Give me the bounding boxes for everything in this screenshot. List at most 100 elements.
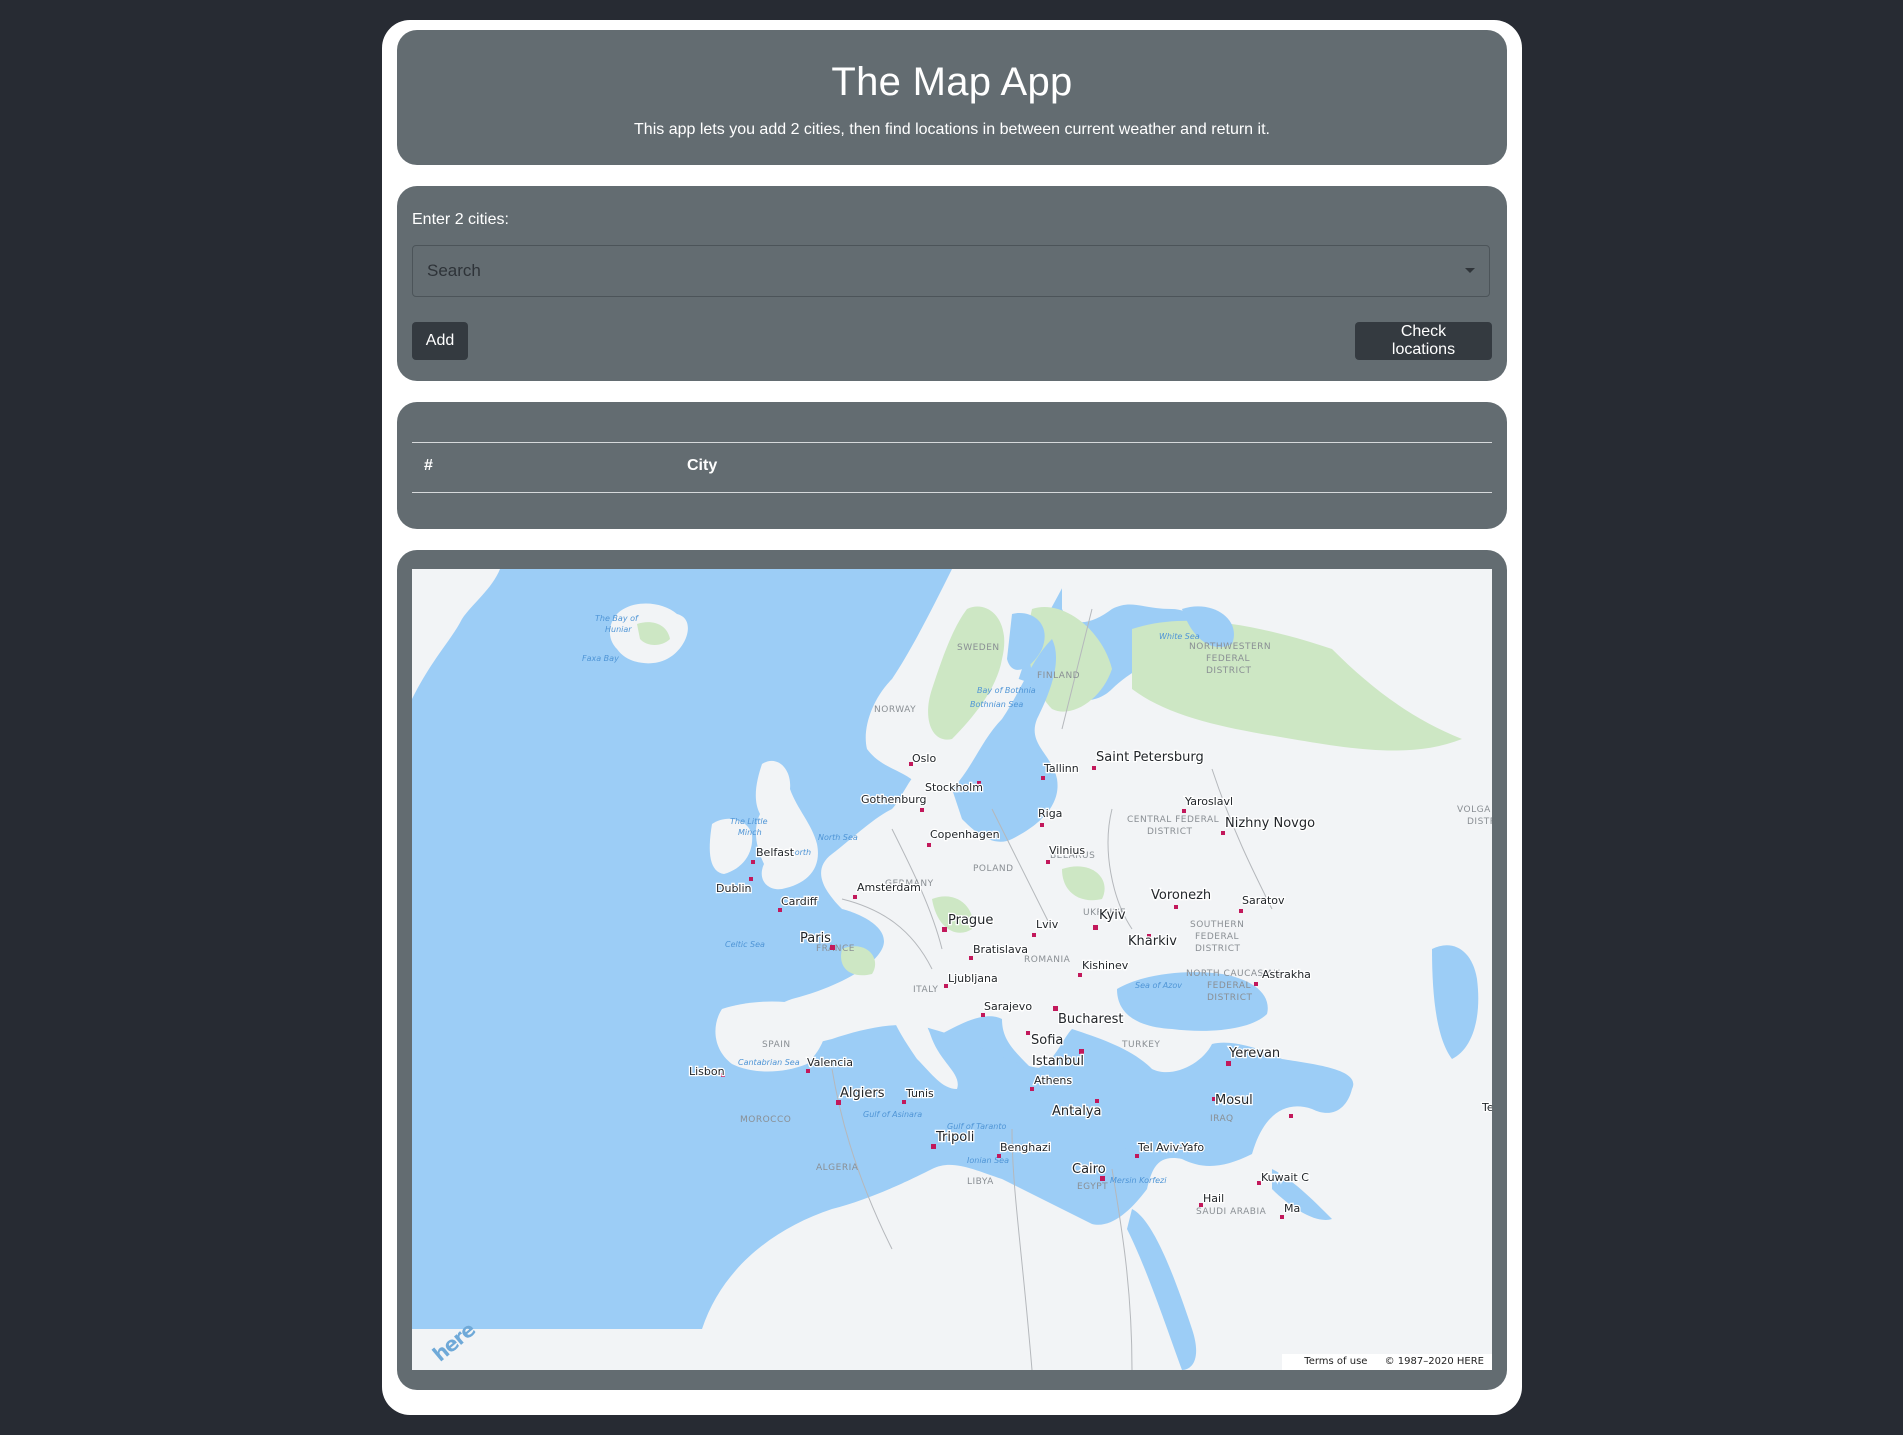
city-label: Saint Petersburg [1096, 750, 1204, 765]
sea-label: Sea of Azov [1135, 981, 1182, 990]
map-canvas[interactable]: SWEDEN FINLAND NORWAY NORTHWESTERN FEDER… [412, 569, 1492, 1370]
city-label: Valencia [807, 1056, 853, 1069]
city-label: Algiers [840, 1086, 885, 1101]
region-label: IRAQ [1210, 1114, 1234, 1124]
map-attribution: Terms of use © 1987–2020 HERE [1282, 1354, 1492, 1370]
header-card: The Map App This app lets you add 2 citi… [397, 30, 1507, 165]
sea-label: White Sea [1159, 632, 1200, 641]
sea-label: Cantabrian Sea [738, 1058, 800, 1067]
city-label: Riga [1038, 807, 1062, 820]
sea-label: Huniar [605, 625, 632, 634]
city-label: Voronezh [1151, 888, 1211, 903]
city-label: Tel Aviv-Yafo [1137, 1141, 1204, 1154]
city-label: Kishinev [1082, 959, 1129, 972]
sea-label: Mersin Korfezi [1110, 1176, 1167, 1185]
region-label: POLAND [973, 864, 1014, 874]
check-locations-button[interactable]: Check locations [1355, 322, 1492, 360]
city-label: Cairo [1072, 1162, 1106, 1177]
city-label: Ljubljana [948, 972, 998, 985]
copyright-text: © 1987–2020 HERE [1384, 1356, 1484, 1367]
region-label: ITALY [913, 985, 938, 995]
region-label: DISTRICT [1206, 666, 1251, 676]
city-label: Gothenburg [861, 793, 927, 806]
city-label: Sofia [1031, 1033, 1063, 1048]
map-view[interactable]: SWEDEN FINLAND NORWAY NORTHWESTERN FEDER… [412, 569, 1492, 1370]
app-container: The Map App This app lets you add 2 citi… [382, 20, 1522, 1415]
region-label: ALGERIA [816, 1163, 859, 1173]
region-label: MOROCCO [740, 1115, 791, 1125]
city-label: Yerevan [1228, 1046, 1280, 1061]
city-label: Saratov [1242, 894, 1285, 907]
city-label: Stockholm [925, 781, 983, 794]
chevron-down-icon[interactable] [1465, 268, 1475, 273]
city-label: Paris [800, 931, 831, 946]
city-label: Bucharest [1058, 1012, 1123, 1027]
region-label: FEDERAL [1207, 981, 1251, 991]
cities-table-card: # City [397, 402, 1507, 529]
region-label: ROMANIA [1024, 955, 1071, 965]
region-label: EGYPT [1077, 1182, 1108, 1192]
add-button[interactable]: Add [412, 322, 468, 360]
map-card: SWEDEN FINLAND NORWAY NORTHWESTERN FEDER… [397, 550, 1507, 1390]
cities-label: Enter 2 cities: [412, 211, 509, 228]
sea-label: Ionian Sea [967, 1156, 1009, 1165]
sea-label: Faxa Bay [582, 654, 619, 663]
column-header-city: City [687, 457, 718, 474]
city-label: Belfast [756, 846, 795, 859]
city-label: Tripoli [935, 1130, 974, 1145]
region-label: TURKEY [1121, 1040, 1160, 1050]
sea-label: Bay of Bothnia [977, 686, 1036, 695]
city-label: Te [1481, 1101, 1492, 1114]
region-label: DISTRICT [1147, 827, 1192, 837]
sea-label: Bothnian Sea [970, 700, 1023, 709]
region-label: DISTRICT [1207, 993, 1252, 1003]
region-label: FEDERAL [1206, 654, 1250, 664]
city-label: Kuwait C [1261, 1171, 1309, 1184]
city-label: Sarajevo [984, 1000, 1032, 1013]
city-label: Istanbul [1032, 1054, 1084, 1069]
city-label: Kharkiv [1128, 934, 1177, 949]
region-label: FEDERAL [1195, 932, 1239, 942]
table-header-border [412, 492, 1492, 493]
city-label: Benghazi [1000, 1141, 1051, 1154]
city-label: Hail [1203, 1192, 1224, 1205]
region-label: SAUDI ARABIA [1196, 1207, 1267, 1217]
region-label: SPAIN [762, 1040, 791, 1050]
city-label: Kyiv [1099, 908, 1126, 923]
page-title: The Map App [831, 60, 1073, 104]
city-label: Prague [948, 913, 993, 928]
column-header-index: # [424, 457, 433, 474]
city-label: Yaroslavl [1184, 795, 1233, 808]
region-label: LIBYA [967, 1177, 994, 1187]
region-label: SOUTHERN [1190, 920, 1244, 930]
city-label: Lviv [1036, 918, 1059, 931]
city-form-card: Enter 2 cities: Add Check locations [397, 186, 1507, 381]
region-label: SWEDEN [957, 643, 1000, 653]
sea-label: The Little [730, 817, 768, 826]
search-input[interactable] [413, 246, 1453, 296]
city-label: Tunis [905, 1087, 934, 1100]
region-label: FINLAND [1037, 671, 1080, 681]
city-label: Athens [1034, 1074, 1072, 1087]
city-search-select[interactable] [412, 245, 1490, 297]
city-label: Astrakha [1262, 968, 1311, 981]
city-label: Nizhny Novgo [1225, 816, 1315, 831]
terms-of-use-link[interactable]: Terms of use [1304, 1356, 1367, 1367]
sea-label: Gulf of Asinara [863, 1110, 922, 1119]
city-label: Dublin [716, 882, 752, 895]
sea-label: Celtic Sea [725, 940, 765, 949]
city-label: Oslo [912, 752, 936, 765]
city-label: Cardiff [781, 895, 818, 908]
region-label: VOLGA FE [1457, 805, 1492, 815]
city-label: Bratislava [973, 943, 1028, 956]
city-label: Vilnius [1049, 844, 1085, 857]
sea-label: North Sea [818, 833, 858, 842]
region-label: DISTRI [1467, 817, 1492, 827]
city-label: Tallinn [1043, 762, 1079, 775]
region-label: CENTRAL FEDERAL [1127, 815, 1219, 825]
table-top-border [412, 442, 1492, 443]
city-label: Ma [1284, 1202, 1300, 1215]
page-subtitle: This app lets you add 2 cities, then fin… [634, 121, 1270, 138]
city-label: Amsterdam [857, 881, 921, 894]
city-label: Copenhagen [930, 828, 1000, 841]
